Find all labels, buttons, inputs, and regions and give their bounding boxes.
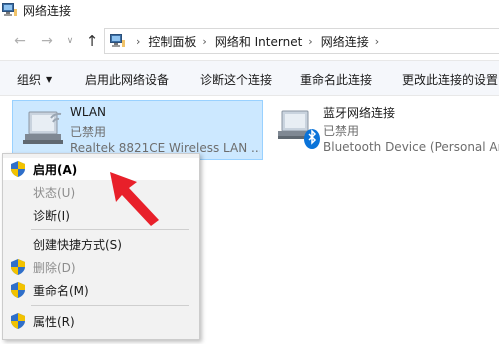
menu-item-label: 诊断(I): [33, 209, 70, 223]
uac-shield-icon: [11, 259, 25, 275]
address-bar[interactable]: › 控制面板 › 网络和 Internet › 网络连接 ›: [104, 28, 499, 54]
back-button[interactable]: ←: [10, 31, 30, 51]
red-arrow-annotation-icon: [110, 172, 159, 226]
forward-arrow-icon: →: [41, 33, 53, 49]
organize-label: 组织: [17, 73, 42, 87]
wifi-adapter-icon: [23, 111, 63, 144]
window-title: 网络连接: [23, 4, 72, 18]
menu-item-properties[interactable]: 属性(R): [3, 310, 199, 332]
breadcrumb-separator[interactable]: ›: [375, 35, 379, 48]
breadcrumb-network-connections[interactable]: 网络连接: [321, 33, 369, 50]
rename-button[interactable]: 重命名此连接: [300, 71, 372, 88]
command-toolbar: 组织 ▼ 启用此网络设备 诊断这个连接 重命名此连接 更改此连接的设置: [0, 60, 499, 96]
up-button[interactable]: ↑: [82, 31, 102, 51]
organize-button[interactable]: 组织 ▼: [17, 71, 52, 88]
menu-item-create-shortcut[interactable]: 创建快捷方式(S): [3, 233, 199, 255]
menu-item-label: 属性(R): [33, 315, 75, 329]
adapter-wlan[interactable]: WLAN 已禁用 Realtek 8821CE Wireless LAN ...: [12, 100, 263, 160]
menu-item-label: 删除(D): [33, 261, 76, 275]
chevron-down-icon: ∨: [66, 36, 74, 46]
adapter-name: WLAN: [70, 105, 107, 119]
breadcrumb-network-internet[interactable]: 网络和 Internet: [215, 33, 302, 50]
menu-item-label: 重命名(M): [33, 284, 89, 298]
menu-item-status[interactable]: 状态(U): [3, 181, 199, 203]
adapter-status: 已禁用: [323, 124, 360, 138]
adapter-status: 已禁用: [70, 125, 107, 139]
uac-shield-icon: [11, 313, 25, 329]
breadcrumb-separator[interactable]: ›: [202, 35, 206, 48]
uac-shield-icon: [11, 161, 25, 177]
breadcrumb-control-panel[interactable]: 控制面板: [148, 33, 196, 50]
menu-item-label: 启用(A): [33, 163, 78, 177]
back-arrow-icon: ←: [14, 33, 26, 49]
menu-item-enable[interactable]: 启用(A): [3, 158, 199, 180]
menu-separator: [31, 305, 189, 306]
menu-item-delete[interactable]: 删除(D): [3, 256, 199, 278]
bluetooth-adapter-icon: [278, 110, 320, 149]
forward-button[interactable]: →: [37, 31, 57, 51]
breadcrumb-separator: ›: [136, 34, 141, 48]
up-arrow-icon: ↑: [85, 32, 99, 50]
recent-locations-button[interactable]: ∨: [60, 31, 80, 51]
adapter-device: Bluetooth Device (Personal Ar...: [323, 140, 499, 154]
control-panel-icon: [110, 34, 125, 47]
adapter-bluetooth[interactable]: 蓝牙网络连接 已禁用 Bluetooth Device (Personal Ar…: [270, 100, 499, 160]
network-connections-icon: [2, 3, 17, 16]
navigation-bar: ← → ∨ ↑ › 控制面板 › 网络和 Internet › 网络连接 ›: [0, 22, 499, 60]
menu-item-diagnose[interactable]: 诊断(I): [3, 204, 199, 226]
change-settings-button[interactable]: 更改此连接的设置: [402, 71, 498, 88]
caret-down-icon: ▼: [46, 75, 53, 84]
menu-item-rename[interactable]: 重命名(M): [3, 279, 199, 301]
uac-shield-icon: [11, 282, 25, 298]
menu-item-label: 创建快捷方式(S): [33, 238, 122, 252]
breadcrumb-separator[interactable]: ›: [308, 35, 312, 48]
adapter-name: 蓝牙网络连接: [323, 106, 396, 120]
context-menu: 启用(A) 状态(U) 诊断(I) 创建快捷方式(S) 删除(D) 重命名(M): [2, 153, 200, 340]
menu-item-label: 状态(U): [33, 186, 76, 200]
enable-device-button[interactable]: 启用此网络设备: [85, 71, 169, 88]
title-bar: 网络连接: [0, 0, 499, 22]
diagnose-button[interactable]: 诊断这个连接: [200, 71, 272, 88]
